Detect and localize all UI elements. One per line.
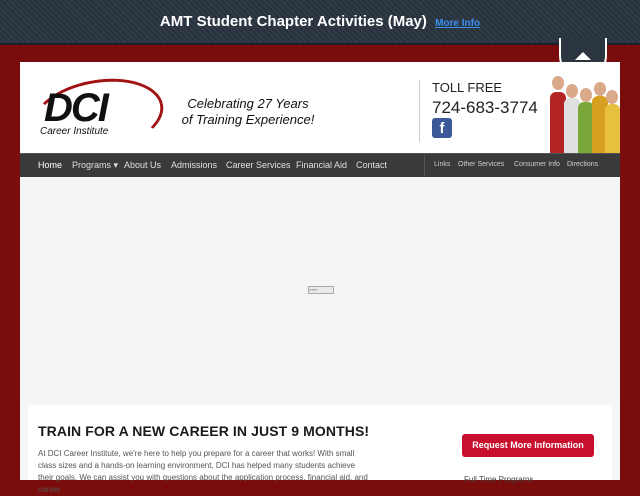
nav-item-programs[interactable]: Programs ▾ [72, 160, 118, 171]
announcement-bar: AMT Student Chapter Activities (May) Mor… [0, 0, 640, 45]
intro-paragraph: At DCI Career Institute, we're here to h… [38, 449, 368, 494]
nav-item-financial-aid[interactable]: Financial Aid [296, 160, 347, 170]
facebook-icon[interactable]: f [432, 118, 452, 138]
nav-item-home[interactable]: Home [38, 160, 62, 170]
nav-sub-links[interactable]: Links [434, 161, 450, 168]
more-info-link[interactable]: More Info [435, 18, 480, 29]
announcement-text-wrap: AMT Student Chapter Activities (May) Mor… [0, 13, 640, 30]
main-nav: Home Programs ▾ About Us Admissions Care… [20, 153, 620, 178]
tagline-line-1: Celebrating 27 Years [187, 96, 309, 111]
toll-free-label: TOLL FREE [432, 80, 503, 95]
student-head [552, 76, 564, 90]
phone-number[interactable]: 724-683-3774 [432, 98, 538, 118]
main-headline: TRAIN FOR A NEW CAREER IN JUST 9 MONTHS! [38, 423, 370, 439]
announcement-text: AMT Student Chapter Activities (May) [159, 13, 427, 30]
hero-slider[interactable]: ▫▫▫▫▫▫ [20, 177, 620, 403]
student-head [594, 82, 606, 96]
student-head [580, 88, 592, 102]
content-card: TRAIN FOR A NEW CAREER IN JUST 9 MONTHS!… [28, 405, 612, 494]
site-header: DCI Career Institute Celebrating 27 Year… [20, 62, 620, 163]
slider-loader: ▫▫▫▫▫▫ [308, 286, 334, 294]
tagline-line-2: of Training Experience! [181, 112, 315, 127]
nav-item-career-services[interactable]: Career Services [226, 160, 291, 170]
students-photo [548, 62, 620, 153]
page-container: DCI Career Institute Celebrating 27 Year… [20, 62, 620, 494]
triangle-up-icon [575, 52, 591, 60]
logo-sub-text: Career Institute [40, 126, 109, 137]
request-info-button[interactable]: Request More Information [462, 434, 594, 457]
student-figure [605, 104, 620, 153]
content-area: TRAIN FOR A NEW CAREER IN JUST 9 MONTHS!… [20, 403, 620, 494]
logo-main-text: DCI [44, 86, 109, 130]
nav-sub-consumer-info[interactable]: Consumer Info [514, 161, 560, 168]
header-divider [419, 80, 420, 142]
nav-sub-other-services[interactable]: Other Services [458, 161, 504, 168]
nav-sub-directions[interactable]: Directions [567, 161, 598, 168]
student-head [566, 84, 578, 98]
nav-separator [424, 156, 425, 176]
nav-item-about-us[interactable]: About Us [124, 160, 161, 170]
student-head [606, 90, 618, 104]
tagline: Celebrating 27 Years of Training Experie… [168, 96, 328, 128]
nav-item-admissions[interactable]: Admissions [171, 160, 217, 170]
site-logo[interactable]: DCI Career Institute [26, 69, 170, 163]
nav-item-contact[interactable]: Contact [356, 160, 387, 170]
